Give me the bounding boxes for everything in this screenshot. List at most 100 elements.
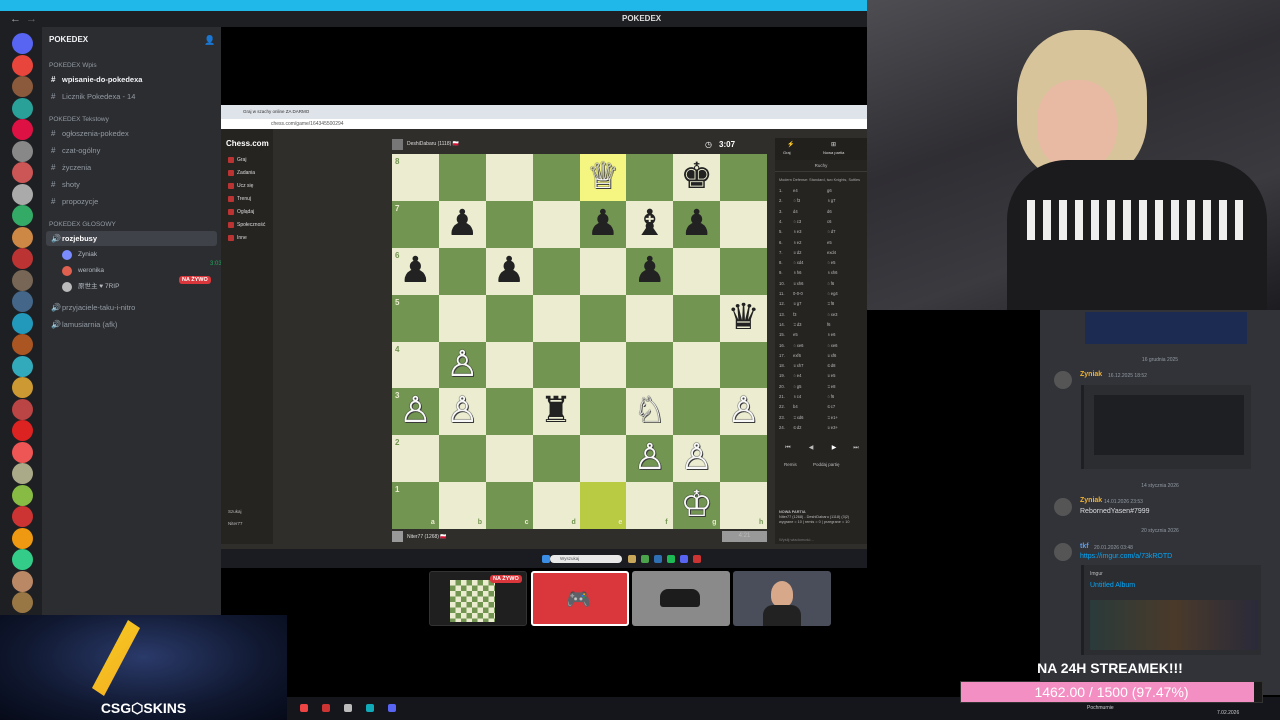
server-icon[interactable] (12, 592, 33, 613)
white-move[interactable]: ♗e3 (793, 227, 801, 238)
move-row[interactable]: 8. ♘xd4 ♘e5 (779, 258, 865, 269)
black-move[interactable]: ♘xe3 (827, 310, 838, 321)
embed-title[interactable]: Untitled Album (1090, 582, 1135, 589)
server-icon[interactable] (12, 291, 33, 312)
server-icon[interactable] (12, 484, 33, 506)
board-square[interactable] (579, 435, 627, 483)
chess-piece[interactable]: ♟ (626, 248, 673, 295)
black-move[interactable]: ♕e3+ (827, 423, 838, 434)
board-square[interactable] (485, 294, 533, 342)
move-row[interactable]: 9. ♗h6 ♗xh6 (779, 268, 865, 279)
server-icon[interactable] (12, 269, 33, 291)
tab-play[interactable]: Graj (783, 150, 791, 155)
board-square[interactable] (438, 154, 486, 201)
move-row[interactable]: 2. ♘f3 ♗g7 (779, 196, 865, 207)
black-move[interactable]: ♘e5 (827, 258, 835, 269)
white-move[interactable]: 0-0-0 (793, 289, 803, 300)
avatar[interactable] (1054, 498, 1072, 516)
nav-item[interactable]: Graj (228, 157, 246, 163)
channel-item[interactable]: # wpisanie-do-pokedexa (46, 72, 217, 87)
tab-new-game[interactable]: Nowa partia (823, 150, 844, 155)
windows-start-icon[interactable] (542, 555, 550, 563)
new-game-icon[interactable]: ⊞ (831, 141, 836, 148)
category-label[interactable]: POKEDEX Wpis (49, 62, 97, 69)
server-icon[interactable] (12, 355, 33, 377)
nav-item[interactable]: Oglądaj (228, 209, 254, 215)
black-move[interactable]: exd4 (827, 248, 836, 259)
board-square[interactable] (673, 247, 721, 295)
voice-user[interactable]: Zyniak (62, 248, 97, 262)
move-row[interactable]: 14. ♖d3 f6 (779, 320, 865, 331)
chess-piece[interactable]: ♙ (720, 388, 767, 435)
taskbar-search[interactable]: Wyszukaj (550, 555, 622, 563)
black-move[interactable]: ♘xe6 (827, 341, 838, 352)
board-square[interactable] (485, 341, 533, 389)
forward-arrow-icon[interactable]: → (26, 13, 37, 25)
message-embed[interactable] (1081, 385, 1251, 469)
board-square[interactable] (485, 435, 533, 483)
server-name[interactable]: POKEDEX (49, 35, 88, 44)
voice-user[interactable]: 原世主 ♥ 7RIP (62, 280, 119, 294)
white-move[interactable]: ♘g5 (793, 382, 801, 393)
board-square[interactable] (485, 154, 533, 201)
black-move[interactable]: ♕xf6 (827, 351, 836, 362)
invite-icon[interactable]: 👤 (204, 35, 215, 46)
chess-piece[interactable]: ♚ (673, 154, 720, 201)
thumb-car[interactable] (632, 571, 730, 626)
server-icon[interactable] (12, 226, 33, 248)
chess-board[interactable]: ♕ ♚ ♟ ♟ ♝ ♟ ♟ ♟ ♟ ♛ ♙ ♙ ♙ ♜ ♘ ♙ ♙ ♙ ♔ 8 7 6 5 4 3 2 1 a b c d e f g h (392, 154, 767, 529)
discord-icon[interactable] (680, 555, 688, 563)
white-move[interactable]: ♕d2 (793, 248, 801, 259)
white-move[interactable]: exf6 (793, 351, 801, 362)
settings-icon[interactable] (344, 704, 352, 712)
board-square[interactable] (485, 200, 533, 248)
chess-piece[interactable]: ♝ (626, 201, 673, 248)
white-move[interactable]: e5 (793, 330, 798, 341)
moves-tab[interactable]: Ruchy (775, 160, 867, 172)
black-move[interactable]: ♗e6 (827, 330, 835, 341)
move-row[interactable]: 15. e5 ♗e6 (779, 330, 865, 341)
move-row[interactable]: 21. ♗c4 ♘f6 (779, 392, 865, 403)
black-move[interactable]: ♖e8 (827, 382, 835, 393)
black-move[interactable]: ♗xh6 (827, 268, 838, 279)
steam-icon[interactable] (654, 555, 662, 563)
server-icon[interactable] (12, 334, 33, 355)
message-author[interactable]: tkf (1080, 543, 1089, 550)
move-row[interactable]: 19. ♘e4 ♕e5 (779, 371, 865, 382)
chess-piece[interactable]: ♙ (439, 388, 486, 435)
chess-piece[interactable]: ♙ (673, 435, 720, 482)
avatar[interactable] (1054, 543, 1072, 561)
black-move[interactable]: c6 (827, 217, 831, 228)
white-move[interactable]: ♗c4 (793, 392, 801, 403)
category-label[interactable]: POKEDEX GŁOSOWY (49, 221, 116, 228)
black-move[interactable]: ♔c7 (827, 402, 835, 413)
server-icon[interactable] (12, 248, 33, 269)
server-icon[interactable] (12, 205, 33, 226)
nav-item[interactable]: Trenuj (228, 196, 251, 202)
chess-piece[interactable]: ♟ (580, 201, 627, 248)
channel-item[interactable]: 🔊 lamusiarnia (afk) (46, 317, 217, 332)
board-square[interactable] (438, 294, 486, 342)
edge-icon[interactable] (366, 704, 374, 712)
server-icon[interactable] (12, 162, 33, 183)
chess-piece[interactable]: ♟ (439, 201, 486, 248)
move-row[interactable]: 5. ♗e3 ♘d7 (779, 227, 865, 238)
move-row[interactable]: 18. ♕xh7 ♔d8 (779, 361, 865, 372)
white-move[interactable]: ♔d2 (793, 423, 801, 434)
move-row[interactable]: 6. ♗e2 e5 (779, 238, 865, 249)
board-square[interactable] (626, 294, 674, 342)
spotify-icon[interactable] (667, 555, 675, 563)
nav-item[interactable]: Zadania (228, 170, 255, 176)
white-move[interactable]: b4 (793, 402, 798, 413)
board-square[interactable] (532, 247, 580, 295)
chess-piece[interactable]: ♘ (626, 388, 673, 435)
move-row[interactable]: 12. ♕g7 ♖f8 (779, 299, 865, 310)
browser-tab[interactable]: Graj w szachy online ZA DARMO (243, 109, 309, 114)
channel-item[interactable]: # Licznik Pokedexa - 14 (46, 89, 217, 104)
board-square[interactable] (673, 341, 721, 389)
thumb-chess-stream[interactable]: NA ŻYWO (429, 571, 527, 626)
channel-item[interactable]: # shoty (46, 177, 217, 192)
board-square[interactable] (720, 435, 767, 483)
thumb-person[interactable] (733, 571, 831, 626)
board-square[interactable] (626, 154, 674, 201)
